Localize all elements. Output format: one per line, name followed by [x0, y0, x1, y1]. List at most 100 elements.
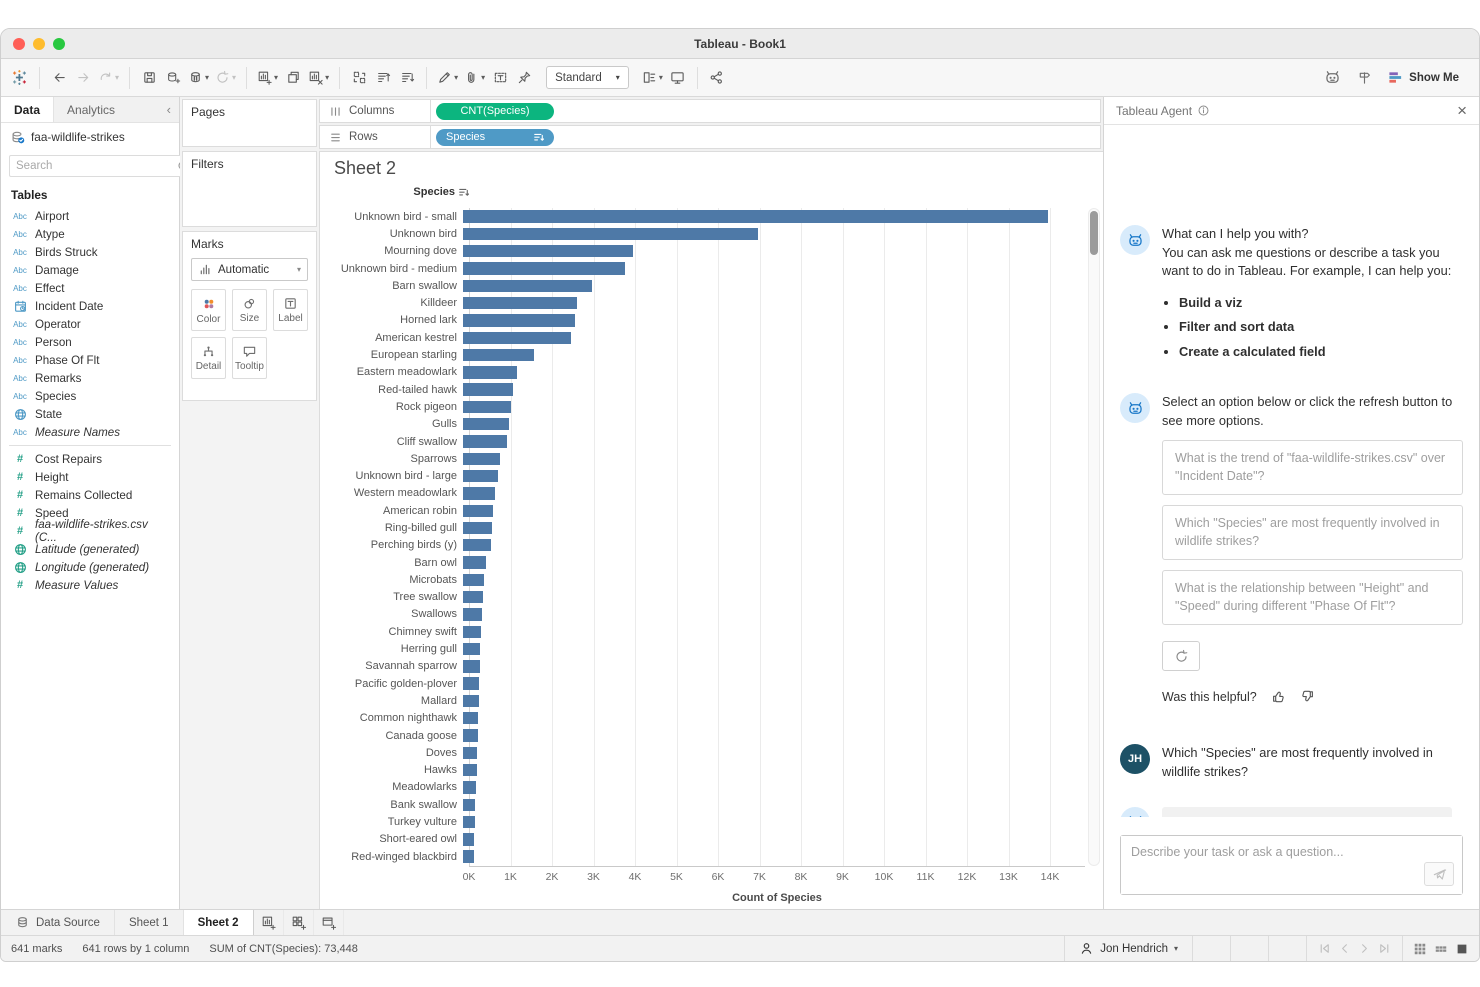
- bar-label[interactable]: Herring gull: [324, 643, 463, 655]
- field-item[interactable]: #Remains Collected: [1, 486, 179, 504]
- first-sheet-button[interactable]: [1317, 941, 1332, 956]
- bar[interactable]: [463, 349, 534, 361]
- bar[interactable]: [463, 608, 482, 620]
- color-button[interactable]: Color: [191, 289, 226, 331]
- bar-label[interactable]: Tree swallow: [324, 591, 463, 603]
- bar-label[interactable]: American kestrel: [324, 332, 463, 344]
- sort-desc-button[interactable]: [395, 65, 419, 91]
- bar-label[interactable]: Microbats: [324, 574, 463, 586]
- field-item[interactable]: AbcDamage: [1, 261, 179, 279]
- bar-label[interactable]: Western meadowlark: [324, 487, 463, 499]
- bar-label[interactable]: Turkey vulture: [324, 816, 463, 828]
- bar-label[interactable]: Swallows: [324, 608, 463, 620]
- bar[interactable]: [463, 522, 492, 534]
- forward-button[interactable]: [71, 65, 95, 91]
- size-button[interactable]: Size: [232, 289, 267, 331]
- bar[interactable]: [463, 729, 478, 741]
- sort-asc-button[interactable]: [371, 65, 395, 91]
- bar[interactable]: [463, 262, 625, 274]
- search-field[interactable]: [9, 155, 196, 177]
- ws-add-button[interactable]: ▾: [254, 65, 281, 91]
- bar-label[interactable]: Unknown bird - small: [324, 211, 463, 223]
- chart-scrollbar[interactable]: [1088, 208, 1100, 866]
- label-button[interactable]: Label: [273, 289, 308, 331]
- bar[interactable]: [463, 418, 509, 430]
- field-item[interactable]: AbcPhase Of Flt: [1, 351, 179, 369]
- share-button[interactable]: [705, 65, 729, 91]
- agent-input[interactable]: [1121, 836, 1462, 894]
- bar[interactable]: [463, 781, 476, 793]
- bar-label[interactable]: Perching birds (y): [324, 539, 463, 551]
- info-icon[interactable]: [1197, 104, 1210, 117]
- previous-sheet-button[interactable]: [1337, 941, 1352, 956]
- zoom-window-button[interactable]: [53, 38, 65, 50]
- bar[interactable]: [463, 574, 484, 586]
- bar[interactable]: [463, 695, 479, 707]
- present-button[interactable]: [666, 65, 690, 91]
- ws-clear-button[interactable]: ▾: [305, 65, 332, 91]
- field-item[interactable]: AbcAtype: [1, 225, 179, 243]
- bar-label[interactable]: Sparrows: [324, 453, 463, 465]
- bar[interactable]: [463, 556, 486, 568]
- tab-data[interactable]: Data: [1, 97, 54, 122]
- send-button[interactable]: [1424, 862, 1454, 886]
- bar[interactable]: [463, 712, 478, 724]
- db-pause-button[interactable]: ▾: [185, 65, 212, 91]
- tab-sheet2[interactable]: Sheet 2: [184, 910, 254, 935]
- show-me-button[interactable]: Show Me: [1388, 70, 1459, 85]
- bar[interactable]: [463, 280, 592, 292]
- field-item[interactable]: AbcSpecies: [1, 387, 179, 405]
- bar[interactable]: [463, 383, 513, 395]
- db-add-button[interactable]: [161, 65, 185, 91]
- rows-pill[interactable]: Species: [436, 129, 554, 146]
- field-item[interactable]: Incident Date: [1, 297, 179, 315]
- columns-shelf[interactable]: CNT(Species): [431, 99, 1101, 123]
- thumbs-up-icon[interactable]: [1271, 689, 1286, 704]
- bar-label[interactable]: Chimney swift: [324, 626, 463, 638]
- field-item[interactable]: #Height: [1, 468, 179, 486]
- bar-label[interactable]: Savannah sparrow: [324, 660, 463, 672]
- field-item[interactable]: AbcMeasure Names: [1, 423, 179, 441]
- bar[interactable]: [463, 435, 507, 447]
- bar[interactable]: [463, 626, 481, 638]
- bar-label[interactable]: Pacific golden-plover: [324, 678, 463, 690]
- search-input[interactable]: [10, 160, 176, 172]
- bar[interactable]: [463, 228, 758, 240]
- collapse-pane-icon[interactable]: ‹: [159, 97, 179, 122]
- bar-label[interactable]: Common nighthawk: [324, 712, 463, 724]
- field-item[interactable]: AbcPerson: [1, 333, 179, 351]
- bar[interactable]: [463, 245, 633, 257]
- suggestion-option[interactable]: Which "Species" are most frequently invo…: [1162, 505, 1463, 560]
- user-menu[interactable]: Jon Hendrich▾: [1064, 936, 1193, 961]
- field-item[interactable]: #Measure Values: [1, 576, 179, 594]
- pencil-button[interactable]: ▾: [434, 65, 461, 91]
- bar-label[interactable]: Barn swallow: [324, 280, 463, 292]
- tab-sheet1[interactable]: Sheet 1: [115, 910, 184, 935]
- swap-button[interactable]: [347, 65, 371, 91]
- bar[interactable]: [463, 210, 1048, 222]
- bar-label[interactable]: Rock pigeon: [324, 401, 463, 413]
- fit-mode-selector[interactable]: Standard▾: [546, 66, 629, 89]
- bar-label[interactable]: Horned lark: [324, 314, 463, 326]
- bar[interactable]: [463, 297, 577, 309]
- rows-shelf[interactable]: Species: [431, 125, 1101, 149]
- bar[interactable]: [463, 850, 474, 862]
- bar-label[interactable]: American robin: [324, 505, 463, 517]
- bar[interactable]: [463, 314, 575, 326]
- guide-icon[interactable]: [1357, 70, 1372, 85]
- bar[interactable]: [463, 539, 491, 551]
- bar-label[interactable]: Red-tailed hawk: [324, 384, 463, 396]
- bar[interactable]: [463, 799, 475, 811]
- bar-label[interactable]: Unknown bird: [324, 228, 463, 240]
- minimize-window-button[interactable]: [33, 38, 45, 50]
- bar-label[interactable]: Bank swallow: [324, 799, 463, 811]
- refresh-button[interactable]: ▾: [212, 65, 239, 91]
- datasource-item[interactable]: faa-wildlife-strikes: [1, 123, 179, 151]
- bar[interactable]: [463, 470, 498, 482]
- mark-type-selector[interactable]: Automatic ▾: [191, 258, 308, 281]
- species-column-header[interactable]: Species: [324, 186, 469, 198]
- new-story-button[interactable]: [314, 910, 344, 935]
- field-item[interactable]: AbcBirds Struck: [1, 243, 179, 261]
- redo-button[interactable]: ▾: [95, 65, 122, 91]
- agent-input-box[interactable]: [1120, 835, 1463, 895]
